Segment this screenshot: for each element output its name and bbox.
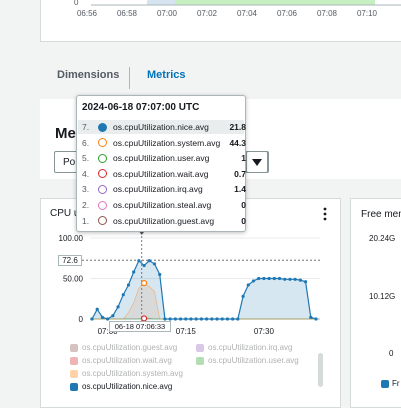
legend-swatch: [70, 356, 78, 365]
series-marker-icon: [98, 216, 107, 226]
tooltip-series-name: os.cpuUtilization.wait.avg: [113, 168, 209, 179]
kebab-menu-icon[interactable]: [322, 207, 328, 221]
legend-swatch: [196, 356, 204, 365]
tooltip-row: 5. os.cpuUtilization.user.avg 1: [82, 151, 246, 165]
legend-swatch: [70, 382, 78, 391]
legend-item-nice[interactable]: os.cpuUtilization.nice.avg: [70, 382, 172, 391]
top-chart-x-tick: 07:06: [277, 9, 298, 18]
tooltip-row: 7. os.cpuUtilization.nice.avg 21.8: [82, 120, 246, 134]
series-marker-icon: [98, 153, 107, 163]
free-memory-legend-item[interactable]: Fr: [381, 379, 400, 388]
tooltip-series-value: 21.8: [229, 122, 246, 132]
tooltip-series-value: 0: [241, 200, 246, 210]
caret-down-icon: [252, 159, 262, 166]
legend-item-system[interactable]: os.cpuUtilization.system.avg: [70, 369, 183, 378]
top-chart-svg: 06:56 06:58 07:00 07:02 07:04 07:06 07:08 07:10: [77, 0, 401, 18]
tooltip-series-value: 44.3: [229, 137, 246, 148]
top-chart-x-tick: 07:04: [237, 9, 258, 18]
tooltip-series-name: os.cpuUtilization.guest.avg: [113, 215, 215, 226]
legend-item-guest[interactable]: os.cpuUtilization.guest.avg: [70, 343, 177, 352]
tab-metrics[interactable]: Metrics: [147, 69, 186, 81]
top-chart-x-tick: 06:56: [77, 9, 98, 18]
cursor-x-label: 06-18 07:06:33: [109, 321, 171, 332]
tooltip-series-name: os.cpuUtilization.irq.avg: [113, 184, 203, 195]
metrics-section-heading: Me: [55, 125, 76, 142]
top-chart-x-tick: 07:10: [357, 9, 378, 18]
legend-label: os.cpuUtilization.user.avg: [208, 356, 299, 365]
tab-divider: [129, 67, 130, 89]
legend-item-user[interactable]: os.cpuUtilization.user.avg: [196, 356, 299, 365]
legend-label: os.cpuUtilization.irq.avg: [208, 343, 293, 352]
top-chart-gap-band: [147, 0, 175, 5]
legend-swatch: [70, 369, 78, 378]
free-memory-title: Free mem: [361, 209, 401, 220]
tooltip-row-index: 6.: [82, 137, 90, 148]
tooltip-row-index: 2.: [82, 200, 90, 210]
legend-item-irq[interactable]: os.cpuUtilization.irq.avg: [196, 343, 292, 352]
free-memory-y-tick: 0: [389, 349, 394, 358]
tooltip-row: 3. os.cpuUtilization.irq.avg 1.4: [82, 182, 246, 196]
free-memory-y-tick: 20.24G: [369, 234, 396, 243]
tab-dimensions[interactable]: Dimensions: [57, 69, 119, 81]
legend-label: os.cpuUtilization.system.avg: [82, 369, 183, 378]
tooltip-series-name: os.cpuUtilization.user.avg: [113, 153, 210, 164]
tooltip-title: 2024-06-18 07:07:00 UTC: [82, 102, 200, 113]
dropdown-toggle-button[interactable]: [246, 151, 268, 173]
legend-label: os.cpuUtilization.wait.avg: [82, 356, 172, 365]
tooltip-series-value: 0.7: [234, 168, 246, 179]
series-marker-icon: [98, 122, 107, 132]
cursor-y-label: 72.6: [58, 255, 82, 266]
tooltip-series-name: os.cpuUtilization.steal.avg: [113, 200, 212, 210]
tooltip-row: 1. os.cpuUtilization.guest.avg 0: [82, 214, 246, 228]
top-chart-panel: 06:56 06:58 07:00 07:02 07:04 07:06 07:08 07:10…: [40, 0, 401, 42]
top-chart-x-tick: 07:02: [197, 9, 218, 18]
tooltip-row-index: 1.: [82, 215, 90, 226]
legend-label: os.cpuUtilization.guest.avg: [82, 343, 178, 352]
tooltip-series-name: os.cpuUtilization.system.avg: [113, 137, 221, 148]
tooltip-row-index: 4.: [82, 168, 90, 179]
tooltip-row-index: 7.: [82, 122, 90, 132]
tooltip-row: 6. os.cpuUtilization.system.avg 44.3: [82, 136, 246, 150]
legend-label: os.cpuUtilization.nice.avg: [82, 382, 173, 391]
top-chart-x-tick: 07:08: [317, 9, 338, 18]
legend-swatch: [381, 379, 389, 388]
top-chart-x-tick: 06:58: [117, 9, 138, 18]
legend-scrollbar[interactable]: [318, 353, 323, 387]
tooltip-series-value: 1: [241, 153, 246, 164]
metric-dropdown-value: Po: [63, 157, 76, 168]
series-marker-icon: [98, 138, 107, 148]
tooltip-row: 2. os.cpuUtilization.steal.avg 0: [82, 198, 246, 212]
series-marker-icon: [98, 169, 107, 179]
free-memory-widget: Free mem 20.24G 10.12G 0 Fr: [350, 198, 401, 408]
cpu-legend: os.cpuUtilization.guest.avg os.cpuUtiliz…: [68, 343, 328, 395]
top-chart-x-tick: 07:00: [157, 9, 178, 18]
top-chart-y-zero: 0: [74, 0, 79, 7]
legend-label: Fr: [392, 379, 400, 388]
top-chart-highlight-band: [175, 0, 375, 5]
tooltip-series-value: 0: [241, 215, 246, 226]
series-marker-icon: [98, 184, 107, 194]
tooltip-row: 4. os.cpuUtilization.wait.avg 0.7: [82, 167, 246, 181]
tooltip-series-name: os.cpuUtilization.nice.avg: [113, 122, 209, 132]
legend-item-wait[interactable]: os.cpuUtilization.wait.avg: [70, 356, 172, 365]
series-marker-icon: [98, 200, 107, 210]
legend-swatch: [196, 343, 204, 352]
tooltip-row-index: 3.: [82, 184, 90, 195]
tooltip-series-value: 1.4: [234, 184, 246, 195]
tooltip-row-index: 5.: [82, 153, 90, 164]
legend-swatch: [70, 343, 78, 352]
free-memory-y-tick: 10.12G: [369, 292, 396, 301]
